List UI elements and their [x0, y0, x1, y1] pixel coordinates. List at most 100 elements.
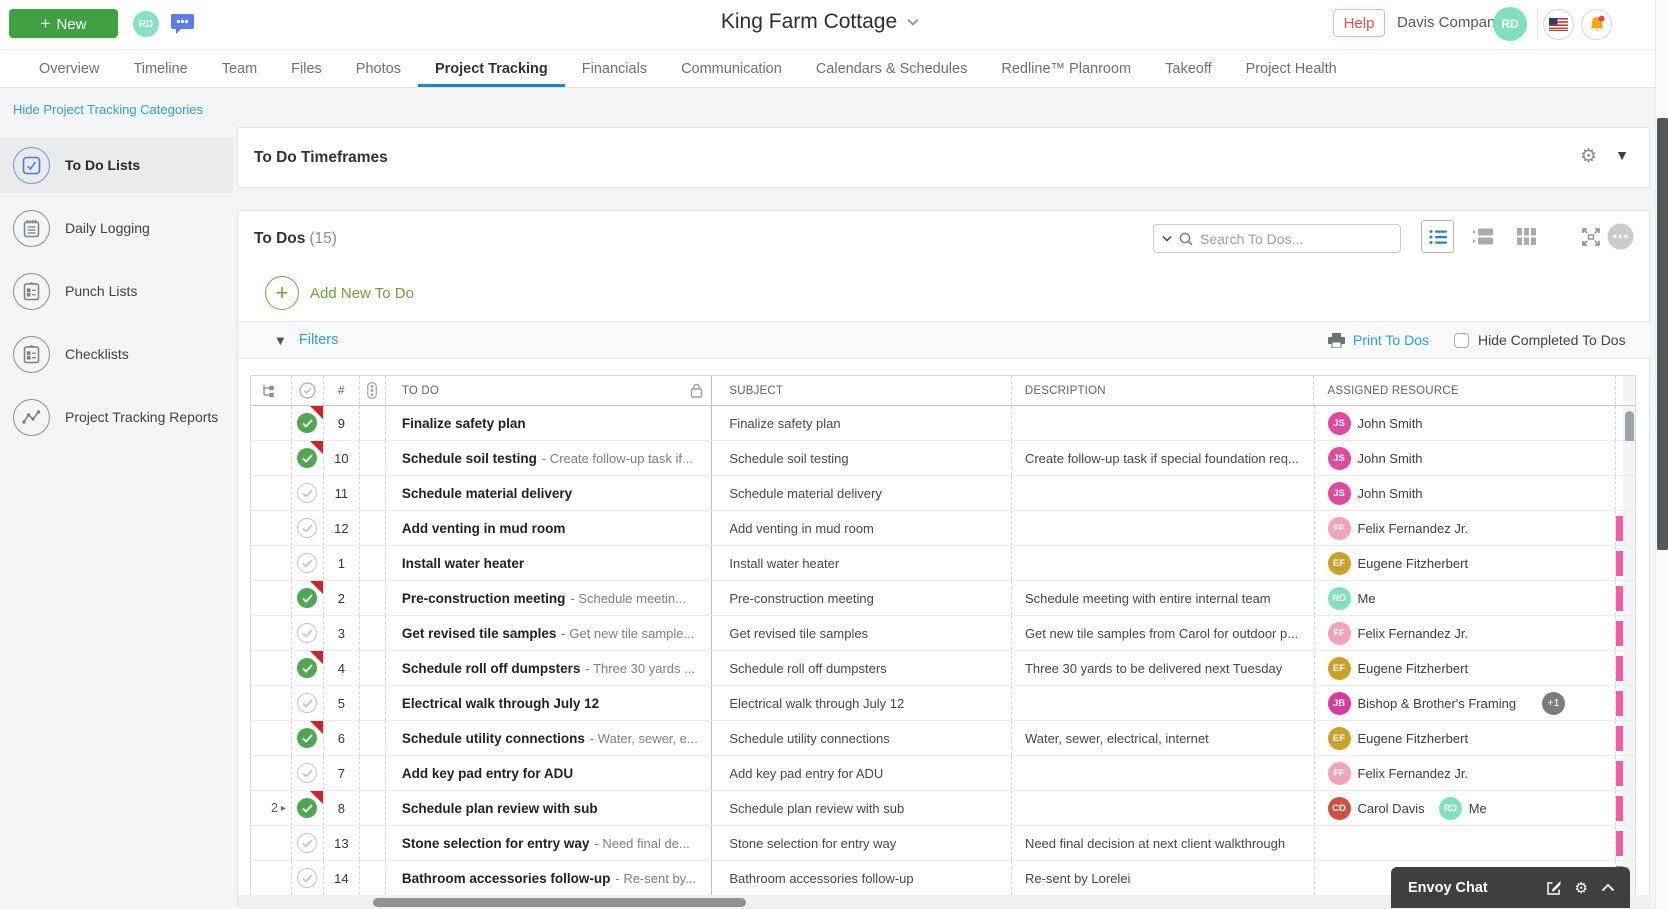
subject-column-header[interactable]: SUBJECT — [712, 376, 1012, 405]
assignee[interactable]: EF Eugene Fitzherbert — [1327, 551, 1468, 575]
table-scrollbar-track[interactable] — [1623, 406, 1636, 856]
assignee[interactable]: EF Eugene Fitzherbert — [1327, 726, 1468, 750]
assignee[interactable]: JS John Smith — [1327, 446, 1423, 470]
sidebar-item-to-do-lists[interactable]: To Do Lists — [0, 137, 233, 193]
table-scrollbar-track[interactable] — [1623, 511, 1636, 545]
todo-title-cell[interactable]: Stone selection for entry way - Need fina… — [386, 826, 713, 860]
assignee[interactable]: CD Carol Davis — [1327, 796, 1425, 820]
sidebar-item-daily-logging[interactable]: Daily Logging — [0, 200, 233, 256]
incomplete-check-icon[interactable] — [297, 868, 318, 888]
todo-title-cell[interactable]: Bathroom accessories follow-up - Re-sent … — [386, 861, 713, 895]
avatar[interactable]: RD — [133, 11, 159, 37]
table-scrollbar-track[interactable] — [1623, 826, 1636, 860]
table-scrollbar-track[interactable] — [1623, 791, 1636, 825]
incomplete-check-icon[interactable] — [297, 623, 318, 643]
assignee[interactable]: JS John Smith — [1327, 411, 1423, 435]
todo-title-cell[interactable]: Finalize safety plan — [386, 406, 713, 440]
new-button[interactable]: + New — [9, 9, 118, 38]
sidebar-item-punch-lists[interactable]: Punch Lists — [0, 263, 233, 319]
assignee[interactable]: FF Felix Fernandez Jr. — [1327, 761, 1468, 785]
table-scrollbar-track[interactable] — [1623, 546, 1636, 580]
envoy-chat-widget[interactable]: Envoy Chat ⚙ — [1391, 867, 1630, 908]
todo-title-cell[interactable]: Electrical walk through July 12 — [386, 686, 713, 720]
assignee[interactable]: EF Eugene Fitzherbert — [1327, 656, 1468, 680]
fullscreen-button[interactable] — [1574, 220, 1607, 253]
sidebar-item-project-tracking-reports[interactable]: Project Tracking Reports — [0, 389, 233, 445]
tab-calendars-schedules[interactable]: Calendars & Schedules — [799, 50, 985, 87]
assigned-column-header[interactable]: ASSIGNED RESOURCE — [1314, 376, 1617, 405]
language-flag-button[interactable] — [1543, 9, 1574, 40]
collapse-caret-icon[interactable]: ▼ — [1615, 147, 1629, 163]
incomplete-check-icon[interactable] — [297, 483, 318, 503]
notifications-bell-button[interactable] — [1581, 9, 1612, 40]
todo-title-cell[interactable]: Install water heater — [386, 546, 713, 580]
table-scrollbar-track[interactable] — [1623, 756, 1636, 790]
table-scrollbar-track[interactable] — [1623, 376, 1636, 405]
search-input[interactable] — [1200, 230, 1392, 247]
table-scrollbar-track[interactable] — [1623, 581, 1636, 615]
filters-toggle[interactable]: ▼ Filters — [274, 322, 338, 358]
grid-view-button[interactable] — [1510, 220, 1543, 253]
incomplete-check-icon[interactable] — [297, 693, 318, 713]
horizontal-scrollbar-thumb[interactable] — [373, 897, 746, 907]
gear-icon[interactable]: ⚙ — [1580, 145, 1597, 168]
incomplete-check-icon[interactable] — [297, 553, 318, 573]
assignee[interactable]: RD Me — [1327, 586, 1376, 610]
todo-title-cell[interactable]: Schedule material delivery — [386, 476, 713, 510]
add-new-todo-button[interactable]: + Add New To Do — [265, 276, 414, 310]
table-scrollbar-track[interactable] — [1623, 686, 1636, 720]
more-assignees-badge[interactable]: +1 — [1542, 691, 1566, 715]
complete-column-header[interactable] — [292, 376, 324, 405]
assignee[interactable]: FF Felix Fernandez Jr. — [1327, 516, 1468, 540]
hierarchy-column-header[interactable] — [251, 376, 292, 405]
todo-title-cell[interactable]: Pre-construction meeting - Schedule meeti… — [386, 581, 713, 615]
tab-files[interactable]: Files — [274, 50, 339, 87]
todo-column-header[interactable]: TO DO — [386, 376, 713, 405]
description-column-header[interactable]: DESCRIPTION — [1012, 376, 1315, 405]
tab-redline-planroom[interactable]: Redline™ Planroom — [984, 50, 1148, 87]
hierarchy-view-button[interactable] — [1466, 220, 1499, 253]
assignee[interactable]: RD Me — [1438, 796, 1487, 820]
table-scrollbar-track[interactable] — [1623, 476, 1636, 510]
todo-title-cell[interactable]: Schedule soil testing - Create follow-up … — [386, 441, 713, 475]
todo-title-cell[interactable]: Get revised tile samples - Get new tile s… — [386, 616, 713, 650]
compose-icon[interactable] — [1546, 880, 1562, 896]
todo-title-cell[interactable]: Add venting in mud room — [386, 511, 713, 545]
assignee[interactable]: JS John Smith — [1327, 481, 1423, 505]
table-scrollbar-track[interactable] — [1623, 441, 1636, 475]
hide-completed-checkbox[interactable] — [1454, 332, 1469, 348]
help-button[interactable]: Help — [1333, 9, 1385, 37]
subtask-expander-cell[interactable]: 2 ▸ — [251, 791, 292, 825]
tab-financials[interactable]: Financials — [565, 50, 664, 87]
priority-column-header[interactable] — [360, 376, 386, 405]
table-scrollbar-track[interactable] — [1623, 651, 1636, 685]
table-scrollbar-track[interactable] — [1623, 721, 1636, 755]
project-title-dropdown[interactable]: King Farm Cottage — [721, 10, 919, 34]
number-column-header[interactable]: # — [324, 376, 360, 405]
chevron-down-icon[interactable] — [1162, 235, 1172, 242]
page-scrollbar[interactable] — [1655, 0, 1668, 908]
todo-title-cell[interactable]: Add key pad entry for ADU — [386, 756, 713, 790]
tab-timeline[interactable]: Timeline — [116, 50, 204, 87]
todo-title-cell[interactable]: Schedule utility connections - Water, sew… — [386, 721, 713, 755]
incomplete-check-icon[interactable] — [297, 518, 318, 538]
user-avatar[interactable]: RD — [1493, 7, 1527, 41]
incomplete-check-icon[interactable] — [297, 833, 318, 853]
more-options-button[interactable] — [1604, 220, 1637, 253]
tab-communication[interactable]: Communication — [664, 50, 799, 87]
assignee[interactable]: JB Bishop & Brother's Framing — [1327, 691, 1516, 715]
todo-title-cell[interactable]: Schedule roll off dumpsters - Three 30 ya… — [386, 651, 713, 685]
page-scrollbar-thumb[interactable] — [1657, 118, 1668, 550]
todo-title-cell[interactable]: Schedule plan review with sub — [386, 791, 713, 825]
sidebar-item-checklists[interactable]: Checklists — [0, 326, 233, 382]
tab-project-tracking[interactable]: Project Tracking — [417, 50, 565, 87]
hide-categories-link[interactable]: Hide Project Tracking Categories — [13, 102, 203, 117]
assignee[interactable]: FF Felix Fernandez Jr. — [1327, 621, 1468, 645]
tab-takeoff[interactable]: Takeoff — [1148, 50, 1229, 87]
tab-project-health[interactable]: Project Health — [1229, 50, 1354, 87]
tab-team[interactable]: Team — [205, 50, 274, 87]
chat-bubble-icon[interactable] — [169, 10, 196, 37]
incomplete-check-icon[interactable] — [297, 763, 318, 783]
tab-overview[interactable]: Overview — [22, 50, 116, 87]
print-todos-button[interactable]: Print To Dos — [1328, 322, 1429, 358]
